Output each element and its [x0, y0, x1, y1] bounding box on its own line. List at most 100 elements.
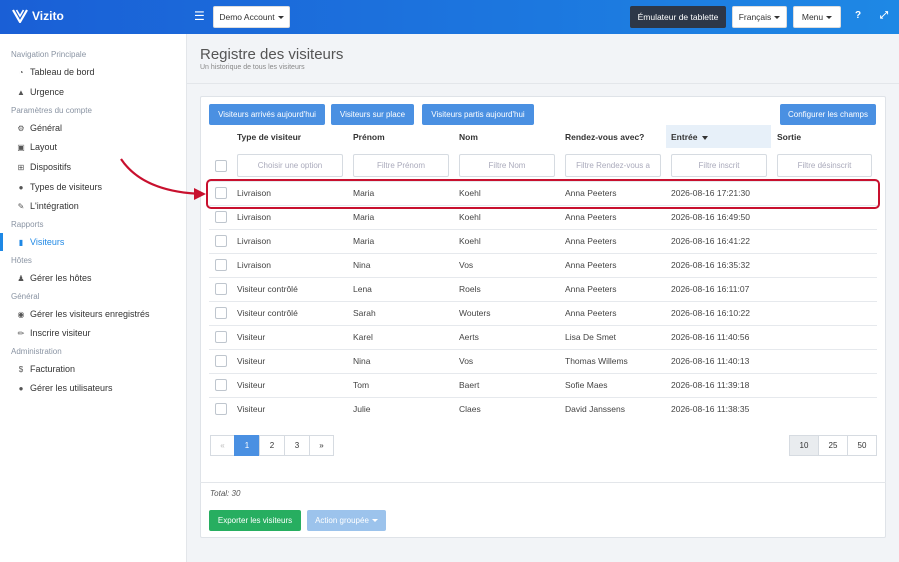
sidebar-section-settings: Paramètres du compte	[11, 106, 92, 115]
sidebar-item-devices[interactable]: ⊞ Dispositifs	[16, 162, 71, 172]
sidebar-item-manage-registered[interactable]: ◉ Gérer les visiteurs enregistrés	[16, 309, 150, 319]
table-row[interactable]	[209, 373, 877, 397]
tablet-emulator-button[interactable]: Émulateur de tablette	[630, 6, 726, 28]
menu-dropdown[interactable]: Menu	[793, 6, 841, 28]
page-size-50[interactable]: 50	[847, 435, 877, 456]
sidebar-section-general: Général	[11, 292, 40, 301]
cell-type: Visiteur	[237, 356, 266, 366]
cell-first: Karel	[353, 332, 373, 342]
cell-type: Livraison	[237, 260, 272, 270]
sidebar-item-label: Gérer les visiteurs enregistrés	[30, 309, 150, 319]
row-checkbox[interactable]	[215, 379, 227, 391]
cell-type: Livraison	[237, 236, 272, 246]
table-row[interactable]	[209, 325, 877, 349]
sidebar-item-visitor-types[interactable]: ● Types de visiteurs	[16, 182, 102, 192]
filter-type-select[interactable]: Choisir une option	[237, 154, 343, 177]
pagination-page-3[interactable]: 3	[284, 435, 310, 456]
page-size-25[interactable]: 25	[818, 435, 848, 456]
sidebar-item-dashboard[interactable]: ◔ Tableau de bord	[16, 67, 95, 77]
sidebar-item-billing[interactable]: $ Facturation	[16, 364, 75, 374]
row-checkbox[interactable]	[215, 283, 227, 295]
bulk-action-label: Action groupée	[315, 516, 369, 525]
sidebar-item-label: Facturation	[30, 364, 76, 374]
sitemap-icon: ⊞	[17, 162, 25, 172]
pagination-page-1[interactable]: 1	[234, 435, 260, 456]
cell-meeting: Anna Peeters	[565, 284, 617, 294]
on-site-button[interactable]: Visiteurs sur place	[331, 104, 414, 125]
top-bar: Vizito ☰ Demo Account Émulateur de table…	[0, 0, 899, 34]
left-today-button[interactable]: Visiteurs partis aujourd'hui	[422, 104, 534, 125]
table-row[interactable]	[209, 301, 877, 325]
sidebar-item-label: Dispositifs	[30, 162, 72, 172]
image-icon: ▣	[17, 142, 25, 152]
sidebar-item-manage-hosts[interactable]: ♟ Gérer les hôtes	[16, 273, 91, 283]
gear-icon: ⚙	[17, 123, 25, 133]
caret-down-icon	[826, 15, 833, 19]
row-checkbox[interactable]	[215, 403, 227, 415]
user-tie-icon: ♟	[17, 273, 25, 283]
row-checkbox[interactable]	[215, 355, 227, 367]
col-last-header[interactable]: Nom	[459, 132, 478, 142]
col-meeting-header[interactable]: Rendez-vous avec?	[565, 132, 644, 142]
caret-down-icon	[277, 15, 284, 19]
filter-exit-input[interactable]: Filtre désinscrit	[777, 154, 872, 177]
table-row[interactable]	[209, 253, 877, 277]
users-icon: ●	[18, 182, 24, 192]
cell-entry: 2026-08-16 11:39:18	[671, 380, 750, 390]
col-entry-header[interactable]: Entrée	[671, 132, 709, 142]
arrived-today-button[interactable]: Visiteurs arrivés aujourd'hui	[209, 104, 325, 125]
row-checkbox[interactable]	[215, 307, 227, 319]
sidebar-item-visitors[interactable]: ▮ Visiteurs	[16, 237, 65, 247]
row-checkbox[interactable]	[215, 331, 227, 343]
highlighted-row-outline	[206, 179, 880, 209]
cell-last: Vos	[459, 356, 474, 366]
row-checkbox[interactable]	[215, 211, 227, 223]
cell-entry: 2026-08-16 11:40:56	[671, 332, 750, 342]
sort-desc-icon	[702, 135, 709, 140]
pagination-page-2[interactable]: 2	[259, 435, 285, 456]
bulk-action-button[interactable]: Action groupée	[307, 510, 386, 531]
row-checkbox[interactable]	[215, 235, 227, 247]
help-icon[interactable]: ?	[855, 10, 861, 21]
configure-fields-button[interactable]: Configurer les champs	[780, 104, 876, 125]
row-checkbox[interactable]	[215, 259, 227, 271]
sidebar-item-register-visitor[interactable]: ✏ Inscrire visiteur	[16, 328, 91, 338]
select-all-checkbox[interactable]	[215, 160, 227, 172]
table-row[interactable]	[209, 349, 877, 373]
brand-name: Vizito	[32, 9, 64, 23]
pagination-next[interactable]: »	[309, 435, 334, 456]
sidebar-item-manage-users[interactable]: ● Gérer les utilisateurs	[16, 383, 113, 393]
table-row[interactable]	[209, 229, 877, 253]
filter-meeting-input[interactable]: Filtre Rendez-vous a	[565, 154, 661, 177]
filter-last-input[interactable]: Filtre Nom	[459, 154, 555, 177]
pagination-prev[interactable]: «	[210, 435, 235, 456]
sidebar-item-layout[interactable]: ▣ Layout	[16, 142, 57, 152]
sidebar-item-label: Gérer les utilisateurs	[30, 383, 113, 393]
annotation-arrow-icon	[120, 158, 206, 200]
account-dropdown[interactable]: Demo Account	[213, 6, 290, 28]
page-title: Registre des visiteurs	[200, 46, 344, 63]
filter-first-input[interactable]: Filtre Prénom	[353, 154, 449, 177]
language-dropdown[interactable]: Français	[732, 6, 787, 28]
filter-entry-input[interactable]: Filtre inscrit	[671, 154, 767, 177]
cell-entry: 2026-08-16 11:40:13	[671, 356, 750, 366]
sidebar-item-emergency[interactable]: ▲ Urgence	[16, 87, 64, 97]
sidebar-item-integration[interactable]: ✎ L'intégration	[16, 201, 79, 211]
col-first-header[interactable]: Prénom	[353, 132, 385, 142]
cell-last: Koehl	[459, 212, 481, 222]
col-entry-label: Entrée	[671, 132, 698, 142]
table-row[interactable]	[209, 277, 877, 301]
col-exit-header[interactable]: Sortie	[777, 132, 801, 142]
export-visitors-button[interactable]: Exporter les visiteurs	[209, 510, 301, 531]
col-type-header[interactable]: Type de visiteur	[237, 132, 301, 142]
sidebar-item-general[interactable]: ⚙ Général	[16, 123, 62, 133]
page-size-10[interactable]: 10	[789, 435, 819, 456]
cell-first: Julie	[353, 404, 371, 414]
hamburger-menu-icon[interactable]: ☰	[194, 10, 205, 22]
cell-first: Nina	[353, 356, 371, 366]
expand-icon[interactable]: ⤢	[880, 10, 888, 21]
cell-meeting: Anna Peeters	[565, 308, 617, 318]
sidebar-item-label: Layout	[30, 142, 58, 152]
table-row[interactable]	[209, 397, 877, 421]
brand-logo[interactable]: Vizito	[12, 9, 64, 23]
